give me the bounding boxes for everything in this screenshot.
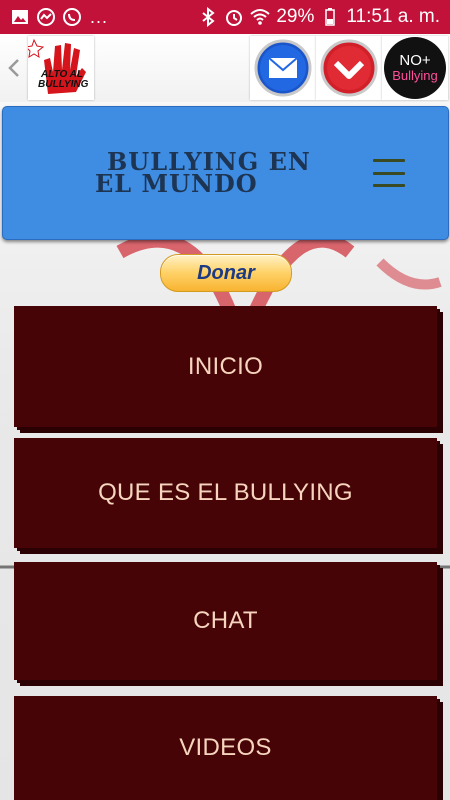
alto-al-bullying-logo[interactable]: ALTO AL BULLYING	[24, 36, 94, 100]
donate-button[interactable]: Donar	[160, 254, 292, 292]
site-header: BULLYING EN EL MUNDO	[2, 106, 449, 240]
no-bullying-line1: NO+	[399, 52, 431, 69]
menu-item-inicio[interactable]: INICIO	[14, 306, 437, 427]
site-title-line2: EL MUNDO	[95, 169, 258, 198]
mail-app-button[interactable]	[250, 36, 316, 100]
alarm-icon	[224, 7, 244, 27]
menu-item-que-es-el-bullying[interactable]: QUE ES EL BULLYING	[14, 438, 437, 548]
battery-icon	[320, 7, 340, 27]
more-notifications: ...	[90, 6, 109, 27]
no-bullying-line2: Bullying	[392, 68, 438, 83]
back-chevron-icon[interactable]	[6, 56, 22, 80]
mail-icon	[254, 39, 312, 97]
no-bullying-app-button[interactable]: NO+ Bullying	[382, 36, 448, 100]
site-title: BULLYING EN EL MUNDO	[95, 150, 325, 198]
red-heart-icon	[320, 39, 378, 97]
wifi-icon	[250, 7, 270, 27]
status-bar: ... 29% 11:51 a. m.	[0, 0, 450, 34]
app-top-bar: ALTO AL BULLYING NO+ Bullying	[0, 34, 450, 103]
messenger-icon	[36, 7, 56, 27]
no-bullying-icon: NO+ Bullying	[384, 37, 446, 99]
hamburger-icon[interactable]	[373, 159, 405, 187]
red-app-button[interactable]	[316, 36, 382, 100]
status-right: 29% 11:51 a. m.	[198, 6, 440, 28]
battery-percent: 29%	[276, 6, 315, 27]
status-left: ...	[10, 7, 108, 28]
image-icon	[10, 7, 30, 27]
menu-item-chat[interactable]: CHAT	[14, 562, 437, 680]
clock: 11:51 a. m.	[346, 6, 440, 27]
bluetooth-icon	[198, 7, 218, 27]
menu-item-videos[interactable]: VIDEOS	[14, 696, 437, 800]
logo-line2: BULLYING	[38, 79, 89, 90]
whatsapp-icon	[62, 7, 82, 27]
